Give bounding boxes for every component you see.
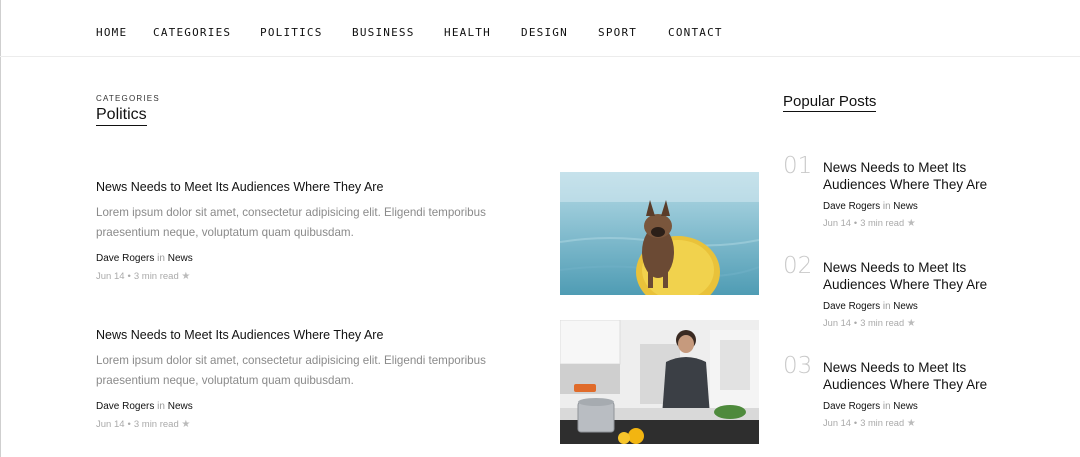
popular-post-item: 01 News Needs to Meet Its Audiences Wher… xyxy=(783,153,1023,239)
category-link[interactable]: News xyxy=(168,253,193,264)
post-card: News Needs to Meet Its Audiences Where T… xyxy=(96,320,759,452)
post-image-dog[interactable] xyxy=(560,172,759,295)
dot-separator: • xyxy=(127,419,131,430)
category-link[interactable]: News xyxy=(893,401,918,412)
popular-post-item: 02 News Needs to Meet Its Audiences Wher… xyxy=(783,253,1023,339)
category-link[interactable]: News xyxy=(893,201,918,212)
author-link[interactable]: Dave Rogers xyxy=(823,401,880,412)
post-date: Jun 14 xyxy=(823,218,851,228)
dog-on-paddleboard-image xyxy=(560,172,759,295)
post-date: Jun 14 xyxy=(823,418,851,428)
category-title: Politics xyxy=(96,106,147,126)
popular-post-byline: Dave Rogers in News xyxy=(823,301,918,312)
star-icon[interactable]: ★ xyxy=(907,318,916,329)
category-link[interactable]: News xyxy=(893,301,918,312)
post-meta: Jun 14 • 3 min read ★ xyxy=(96,419,190,430)
dot-separator: • xyxy=(853,418,858,428)
author-link[interactable]: Dave Rogers xyxy=(96,253,154,264)
nav-design[interactable]: DESIGN xyxy=(521,26,568,39)
popular-post-title[interactable]: News Needs to Meet Its Audiences Where T… xyxy=(823,159,1023,193)
popular-posts-heading: Popular Posts xyxy=(783,93,877,112)
dot-separator: • xyxy=(127,271,131,282)
nav-health[interactable]: HEALTH xyxy=(444,26,491,39)
popular-post-byline: Dave Rogers in News xyxy=(823,401,918,412)
popular-post-number: 01 xyxy=(783,153,813,179)
star-icon[interactable]: ★ xyxy=(181,419,190,430)
popular-post-item: 03 News Needs to Meet Its Audiences Wher… xyxy=(783,353,1023,439)
nav-sport[interactable]: SPORT xyxy=(598,26,637,39)
post-excerpt: Lorem ipsum dolor sit amet, consectetur … xyxy=(96,206,486,239)
popular-post-meta: Jun 14 • 3 min read ★ xyxy=(823,418,916,429)
post-title[interactable]: News Needs to Meet Its Audiences Where T… xyxy=(96,328,383,342)
author-link[interactable]: Dave Rogers xyxy=(96,401,154,412)
byline-in: in xyxy=(882,401,891,412)
dot-separator: • xyxy=(853,318,858,328)
byline-in: in xyxy=(157,253,165,264)
star-icon[interactable]: ★ xyxy=(907,218,916,229)
nav-contact[interactable]: CONTACT xyxy=(668,26,723,39)
post-date: Jun 14 xyxy=(96,271,125,282)
read-time: 3 min read xyxy=(133,419,179,430)
post-date: Jun 14 xyxy=(823,318,851,328)
post-image-kitchen[interactable] xyxy=(560,320,759,444)
read-time: 3 min read xyxy=(860,318,905,328)
post-title[interactable]: News Needs to Meet Its Audiences Where T… xyxy=(96,180,383,194)
man-cooking-in-kitchen-image xyxy=(560,320,759,444)
window-edge xyxy=(0,0,1,457)
post-meta: Jun 14 • 3 min read ★ xyxy=(96,271,190,282)
nav-categories[interactable]: CATEGORIES xyxy=(153,26,231,39)
post-card: News Needs to Meet Its Audiences Where T… xyxy=(96,172,759,304)
star-icon[interactable]: ★ xyxy=(181,271,190,282)
popular-post-title[interactable]: News Needs to Meet Its Audiences Where T… xyxy=(823,359,1023,393)
popular-post-byline: Dave Rogers in News xyxy=(823,201,918,212)
category-kicker: CATEGORIES xyxy=(96,94,160,103)
popular-post-meta: Jun 14 • 3 min read ★ xyxy=(823,218,916,229)
popular-post-number: 02 xyxy=(783,253,813,279)
byline-in: in xyxy=(157,401,165,412)
post-byline: Dave Rogers in News xyxy=(96,401,193,412)
popular-post-number: 03 xyxy=(783,353,813,379)
nav-politics[interactable]: POLITICS xyxy=(260,26,323,39)
star-icon[interactable]: ★ xyxy=(907,418,916,429)
popular-post-title[interactable]: News Needs to Meet Its Audiences Where T… xyxy=(823,259,1023,293)
category-link[interactable]: News xyxy=(168,401,193,412)
read-time: 3 min read xyxy=(860,218,905,228)
author-link[interactable]: Dave Rogers xyxy=(823,201,880,212)
read-time: 3 min read xyxy=(133,271,179,282)
byline-in: in xyxy=(882,201,891,212)
nav-business[interactable]: BUSINESS xyxy=(352,26,415,39)
author-link[interactable]: Dave Rogers xyxy=(823,301,880,312)
top-navigation: HOME CATEGORIES POLITICS BUSINESS HEALTH… xyxy=(0,0,1080,57)
post-excerpt: Lorem ipsum dolor sit amet, consectetur … xyxy=(96,354,486,387)
read-time: 3 min read xyxy=(860,418,905,428)
dot-separator: • xyxy=(853,218,858,228)
post-date: Jun 14 xyxy=(96,419,125,430)
nav-home[interactable]: HOME xyxy=(96,26,127,39)
post-byline: Dave Rogers in News xyxy=(96,253,193,264)
byline-in: in xyxy=(882,301,891,312)
popular-post-meta: Jun 14 • 3 min read ★ xyxy=(823,318,916,329)
